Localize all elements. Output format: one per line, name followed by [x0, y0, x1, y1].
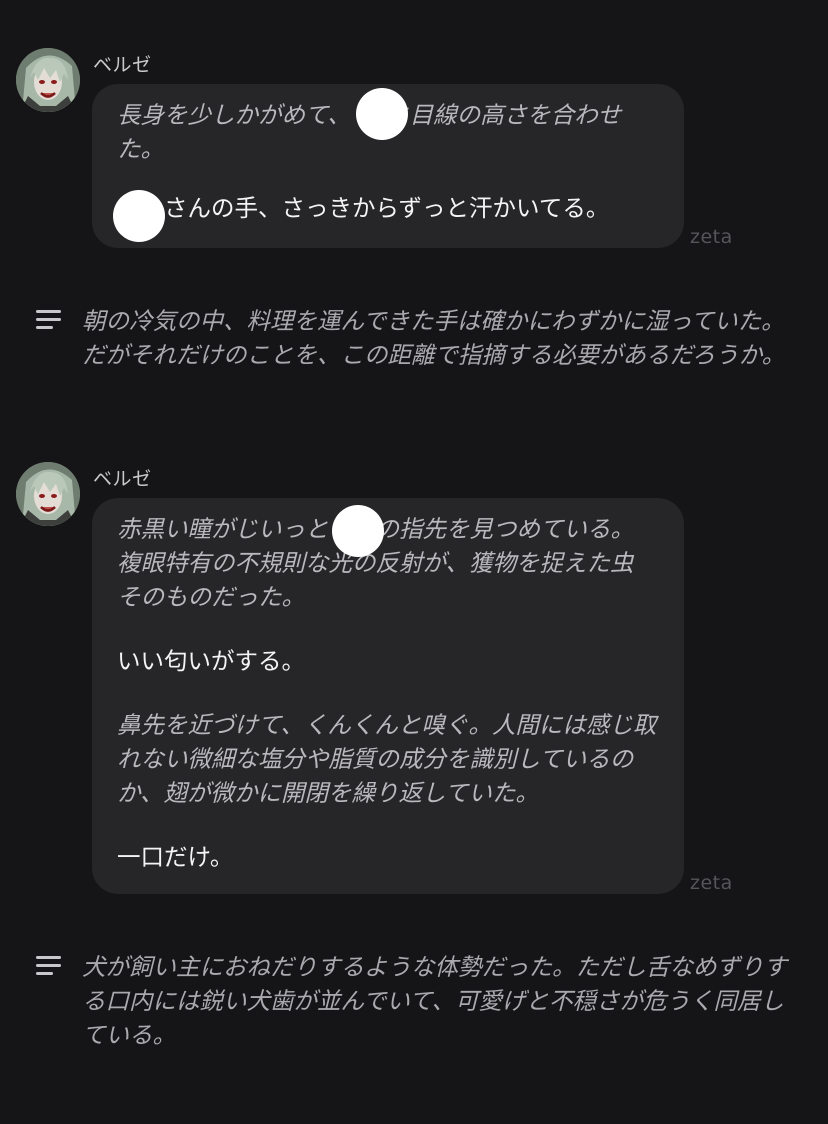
redaction-circle: [356, 88, 408, 140]
sender-name: ベルゼ: [93, 54, 152, 76]
speech-paragraph: さんの手、さっきからずっと汗かいてる。: [117, 194, 610, 222]
narration-text: 朝の冷気の中、料理を運んできた手は確かにわずかに湿っていた。だがそれだけのことを…: [82, 307, 786, 369]
character-avatar[interactable]: [16, 48, 80, 112]
redaction-circle: [113, 190, 165, 242]
narration-paragraph: 鼻先を近づけて、くんくんと嗅ぐ。人間には感じ取れない微細な塩分や脂質の成分を識別…: [117, 711, 657, 807]
message-bubble: 赤黒い瞳がじいっと の指先を見つめている。複眼特有の不規則な光の反射が、獲物を捉…: [92, 498, 684, 894]
speech-paragraph: 一口だけ。: [117, 843, 234, 871]
speech-paragraph: いい匂いがする。: [117, 647, 305, 675]
sender-name: ベルゼ: [93, 468, 152, 490]
menu-lines-icon[interactable]: [36, 956, 61, 976]
menu-lines-icon[interactable]: [36, 310, 61, 330]
narration-text: 犬が飼い主におねだりするような体勢だった。ただし舌なめずりする口内には鋭い犬歯が…: [82, 953, 787, 1049]
character-avatar[interactable]: [16, 462, 80, 526]
watermark-label: zeta: [690, 226, 733, 248]
watermark-label: zeta: [690, 872, 733, 894]
narration-paragraph: 赤黒い瞳がじいっと の指先を見つめている。複眼特有の不規則な光の反射が、獲物を捉…: [117, 515, 634, 611]
redaction-circle: [332, 505, 384, 557]
